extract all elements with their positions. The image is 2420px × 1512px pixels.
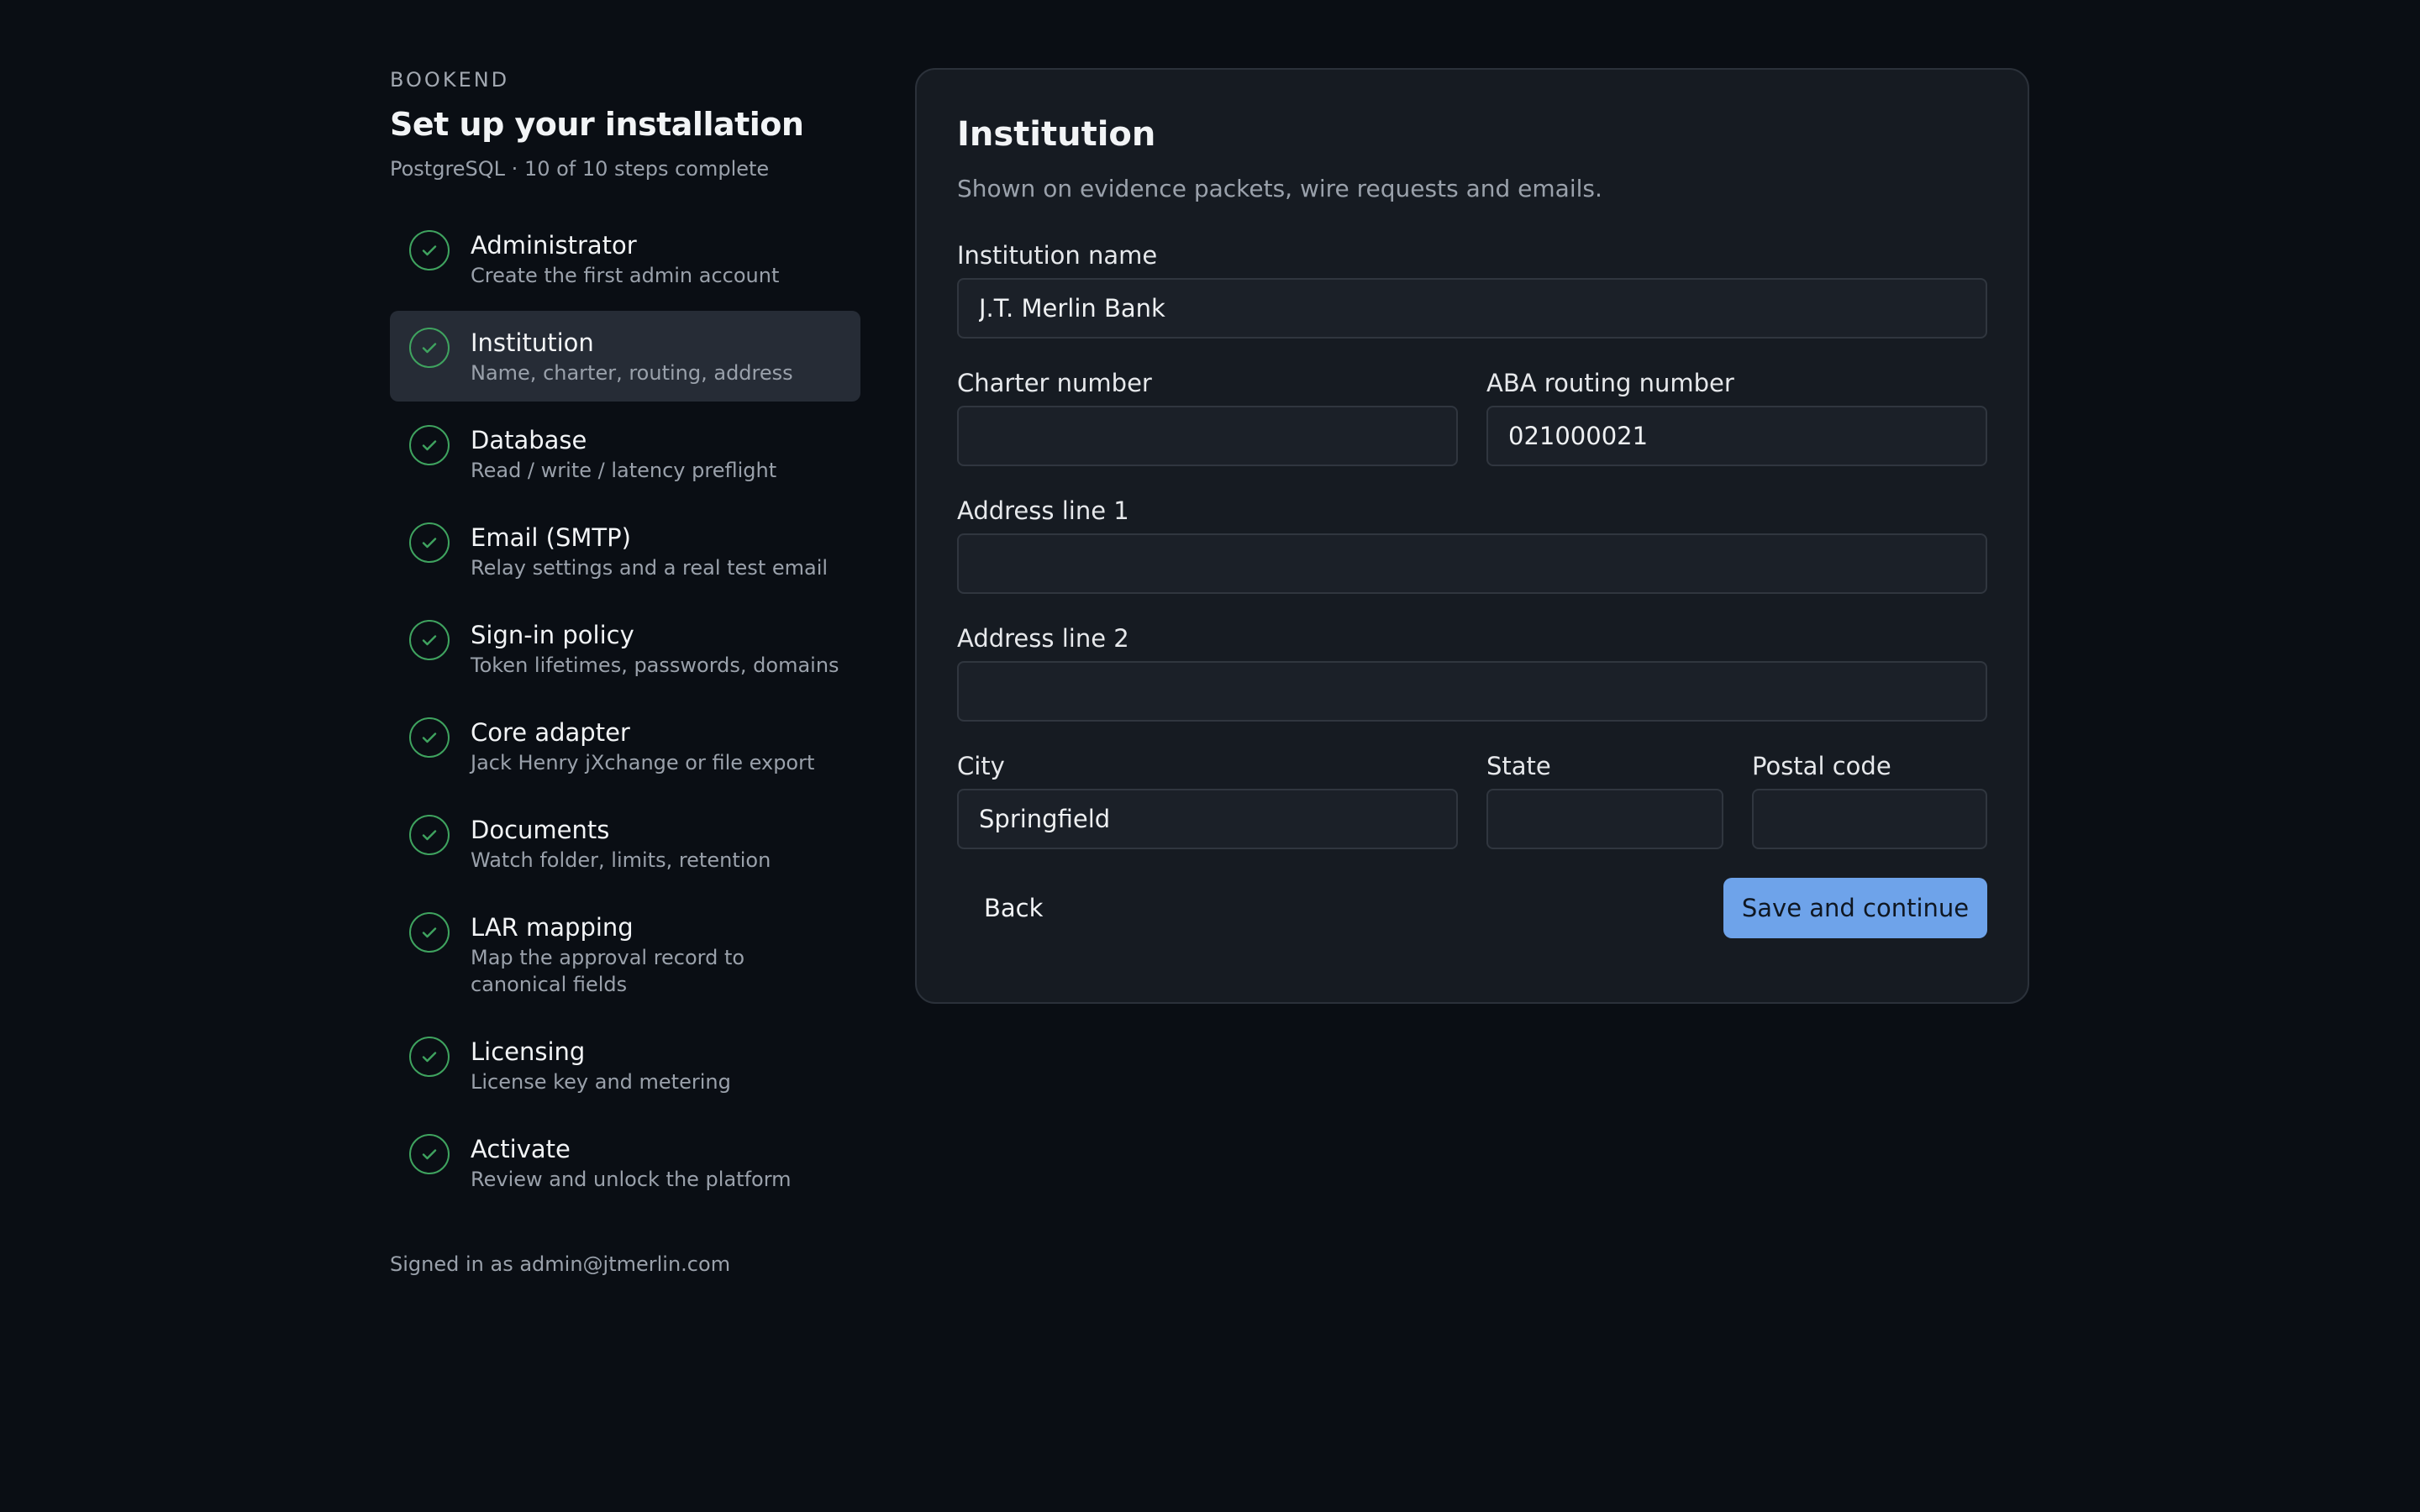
sidebar-step-sign-in-policy[interactable]: Sign-in policy Token lifetimes, passwords… (390, 603, 860, 694)
step-description: License key and metering (471, 1070, 731, 1094)
step-description: Token lifetimes, passwords, domains (471, 654, 839, 677)
institution-name-label: Institution name (957, 241, 1158, 270)
check-circle-icon (409, 522, 450, 563)
institution-form-card: Institution Shown on evidence packets, w… (915, 68, 2029, 1004)
step-label: Core adapter (471, 718, 630, 747)
progress-summary: PostgreSQL · 10 of 10 steps complete (390, 157, 770, 181)
step-description: Name, charter, routing, address (471, 361, 793, 385)
check-circle-icon (409, 717, 450, 758)
form-row: Charter number ABA routing number (957, 367, 1987, 466)
setup-page: BOOKEND Set up your installation Postgre… (0, 0, 2420, 1512)
postal-code-field: Postal code (1752, 750, 1987, 849)
charter-number-input[interactable] (957, 406, 1458, 466)
form-actions: Back Save and continue (957, 878, 1987, 938)
signed-in-email: admin@jtmerlin.com (519, 1252, 731, 1276)
step-description: Jack Henry jXchange or file export (471, 751, 815, 774)
address-line2-input[interactable] (957, 661, 1987, 722)
sidebar-step-activate[interactable]: Activate Review and unlock the platform (390, 1117, 860, 1208)
check-circle-icon (409, 328, 450, 368)
institution-name-input[interactable] (957, 278, 1987, 339)
step-label: Licensing (471, 1037, 586, 1066)
sidebar-step-lar-mapping[interactable]: LAR mapping Map the approval record to ca… (390, 895, 860, 1013)
charter-number-label: Charter number (957, 369, 1152, 397)
form-row: Address line 1 (957, 495, 1987, 594)
form-subtitle: Shown on evidence packets, wire requests… (957, 175, 1602, 202)
signed-in-info: Signed in as admin@jtmerlin.com (390, 1250, 860, 1278)
check-circle-icon (409, 425, 450, 465)
state-label: State (1486, 752, 1551, 780)
address-line2-field: Address line 2 (957, 622, 1987, 722)
step-label: Sign-in policy (471, 621, 634, 649)
page-title: Set up your installation (390, 106, 804, 143)
check-circle-icon (409, 815, 450, 855)
form-title: Institution (957, 115, 1156, 154)
step-label: Documents (471, 816, 610, 844)
step-label: Administrator (471, 231, 637, 260)
charter-number-field: Charter number (957, 367, 1458, 466)
city-label: City (957, 752, 1005, 780)
step-description: Relay settings and a real test email (471, 556, 829, 580)
step-description: Review and unlock the platform (471, 1168, 792, 1191)
aba-routing-field: ABA routing number (1486, 367, 1987, 466)
check-circle-icon (409, 912, 450, 953)
signed-in-prefix: Signed in as (390, 1252, 513, 1276)
step-description: Read / write / latency preflight (471, 459, 777, 482)
sidebar-step-administrator[interactable]: Administrator Create the first admin acco… (390, 213, 860, 304)
check-circle-icon (409, 1037, 450, 1077)
brand-name: BOOKEND (390, 68, 510, 92)
form-row: Institution name (957, 239, 1987, 339)
step-label: Database (471, 426, 587, 454)
city-field: City (957, 750, 1458, 849)
check-circle-icon (409, 620, 450, 660)
sidebar-step-database[interactable]: Database Read / write / latency preflight (390, 408, 860, 499)
postal-code-label: Postal code (1752, 752, 1891, 780)
aba-routing-input[interactable] (1486, 406, 1987, 466)
sidebar-step-email-smtp[interactable]: Email (SMTP) Relay settings and a real te… (390, 506, 860, 596)
postal-code-input[interactable] (1752, 789, 1987, 849)
back-button[interactable]: Back (957, 878, 1070, 938)
check-circle-icon (409, 1134, 450, 1174)
sidebar-step-core-adapter[interactable]: Core adapter Jack Henry jXchange or file … (390, 701, 860, 791)
sidebar-step-documents[interactable]: Documents Watch folder, limits, retention (390, 798, 860, 889)
step-label: Email (SMTP) (471, 523, 631, 552)
check-circle-icon (409, 230, 450, 270)
state-input[interactable] (1486, 789, 1723, 849)
step-description: Map the approval record to canonical fie… (471, 946, 745, 996)
setup-sidebar: BOOKEND Set up your installation Postgre… (390, 66, 860, 1278)
institution-name-field: Institution name (957, 239, 1987, 339)
step-description: Watch folder, limits, retention (471, 848, 771, 872)
sidebar-step-institution[interactable]: Institution Name, charter, routing, addre… (390, 311, 860, 402)
address-line1-field: Address line 1 (957, 495, 1987, 594)
aba-routing-label: ABA routing number (1486, 369, 1734, 397)
step-description: Create the first admin account (471, 264, 780, 287)
save-and-continue-button[interactable]: Save and continue (1723, 878, 1987, 938)
step-label: Activate (471, 1135, 571, 1163)
address-line2-label: Address line 2 (957, 624, 1129, 653)
form-row: Address line 2 (957, 622, 1987, 722)
address-line1-label: Address line 1 (957, 496, 1129, 525)
address-line1-input[interactable] (957, 533, 1987, 594)
state-field: State (1486, 750, 1723, 849)
form-row: City State Postal code (957, 750, 1987, 849)
sidebar-step-licensing[interactable]: Licensing License key and metering (390, 1020, 860, 1110)
institution-form: Institution name Charter number ABA rout… (957, 239, 1987, 938)
steps-list: Administrator Create the first admin acco… (390, 213, 860, 1208)
step-label: LAR mapping (471, 913, 634, 942)
city-input[interactable] (957, 789, 1458, 849)
step-label: Institution (471, 328, 594, 357)
